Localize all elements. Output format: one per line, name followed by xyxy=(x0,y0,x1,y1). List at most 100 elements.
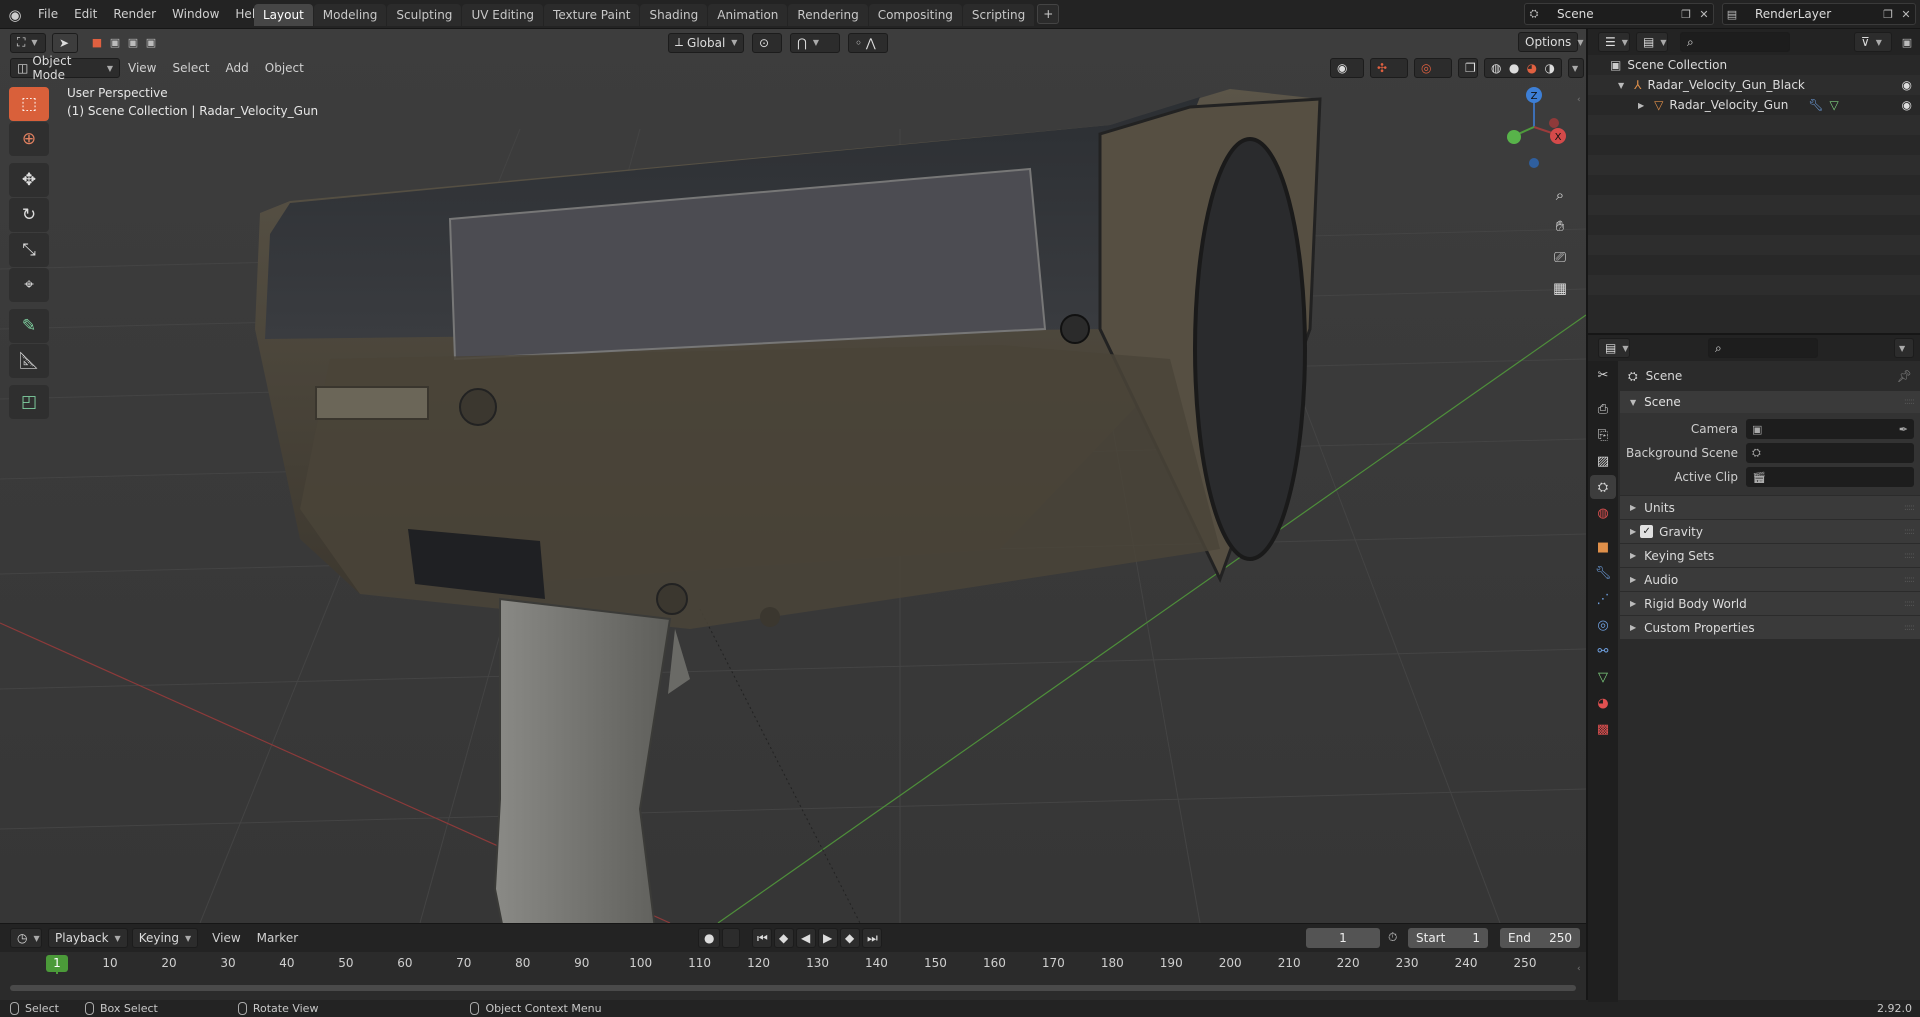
rotate-tool[interactable]: ↻ xyxy=(9,198,49,232)
overlay-dropdown[interactable]: ◎ xyxy=(1414,58,1452,78)
gravity-grip-icon[interactable]: ::::: xyxy=(1904,527,1915,537)
tab-world[interactable]: ◍ xyxy=(1590,501,1616,525)
tab-scripting[interactable]: Scripting xyxy=(962,4,1035,26)
tab-rendering[interactable]: Rendering xyxy=(788,4,868,26)
tab-modifiers[interactable]: 🔧︎ xyxy=(1590,561,1616,585)
new-collection-icon[interactable]: ▣ xyxy=(1898,33,1916,51)
select-extend-icon[interactable]: ▣ xyxy=(106,34,124,52)
jump-end-button[interactable]: ⏭ xyxy=(862,928,882,948)
end-frame-field[interactable]: End 250 xyxy=(1500,928,1580,948)
audio-panel[interactable]: ▶ Audio ::::: xyxy=(1620,567,1920,591)
keying-sets-panel[interactable]: ▶ Keying Sets ::::: xyxy=(1620,543,1920,567)
timeline-editor-type[interactable]: ◷ ▼ xyxy=(10,928,42,948)
rigid-body-world-panel[interactable]: ▶ Rigid Body World ::::: xyxy=(1620,591,1920,615)
timeline-track[interactable] xyxy=(0,974,1586,1001)
play-reverse-button[interactable]: ◀ xyxy=(796,928,816,948)
tab-tool[interactable]: ✂ xyxy=(1590,363,1616,387)
pivot-dropdown[interactable]: ⊙ xyxy=(752,32,782,53)
rigid-body-grip-icon[interactable]: ::::: xyxy=(1904,599,1915,609)
zoom-view-button[interactable]: ⌕ xyxy=(1546,181,1574,209)
play-button[interactable]: ▶ xyxy=(818,928,838,948)
outliner-filter-dropdown[interactable]: ⊽ ▼ xyxy=(1854,32,1892,52)
xray-toggle[interactable]: ❐ xyxy=(1458,58,1478,78)
eyedropper-icon[interactable]: ✒ xyxy=(1899,423,1908,436)
keying-dropdown[interactable]: Keying ▼ xyxy=(131,928,199,948)
playback-dropdown[interactable]: Playback ▼ xyxy=(48,928,128,948)
current-frame-field[interactable]: 1 xyxy=(1306,928,1380,948)
active-clip-field[interactable]: 🎬︎ xyxy=(1746,467,1914,487)
transform-tool[interactable]: ⌖ xyxy=(9,268,49,302)
tab-data[interactable]: ▽ xyxy=(1590,665,1616,689)
scene-panel-header[interactable]: ▼ Scene ::::: xyxy=(1620,391,1920,413)
object-eye-icon[interactable]: ◉ xyxy=(1902,98,1912,112)
outliner-search-input[interactable]: ⌕ xyxy=(1680,32,1790,52)
viewport-menu-add[interactable]: Add xyxy=(218,61,257,75)
jump-keyframe-back-button[interactable]: ◆ xyxy=(774,928,794,948)
wireframe-shading-icon[interactable]: ◍ xyxy=(1491,61,1501,75)
tab-texture-paint[interactable]: Texture Paint xyxy=(544,4,640,26)
outliner-row-object[interactable]: ▶ ▽ Radar_Velocity_Gun 🔧︎ ▽ ◉ xyxy=(1588,95,1920,115)
view-layer-selector[interactable]: ▤ RenderLayer ❐ ✕ xyxy=(1722,3,1916,25)
tab-constraints[interactable]: ⚯ xyxy=(1590,639,1616,663)
tab-modeling[interactable]: Modeling xyxy=(313,4,387,26)
tab-uv-editing[interactable]: UV Editing xyxy=(462,4,544,26)
units-panel[interactable]: ▶ Units ::::: xyxy=(1620,495,1920,519)
orientation-dropdown[interactable]: ⟂ Global ▼ xyxy=(668,32,744,53)
shading-options-dropdown[interactable]: ▼ xyxy=(1568,58,1584,78)
jump-keyframe-forward-button[interactable]: ◆ xyxy=(840,928,860,948)
gravity-checkbox[interactable]: ✓ xyxy=(1640,525,1654,538)
cursor-tool[interactable]: ⊕ xyxy=(9,122,49,156)
units-grip-icon[interactable]: ::::: xyxy=(1904,503,1915,513)
properties-search-input[interactable]: ⌕ xyxy=(1708,338,1818,358)
jump-start-button[interactable]: ⏮ xyxy=(752,928,772,948)
options-dropdown[interactable]: Options ▼ xyxy=(1518,32,1583,52)
copy-view-layer-icon[interactable]: ❐ xyxy=(1879,5,1897,23)
expand-collection-icon[interactable]: ▼ xyxy=(1618,81,1624,90)
record-button[interactable]: ● xyxy=(698,928,720,948)
gravity-panel[interactable]: ▶ ✓ Gravity ::::: xyxy=(1620,519,1920,543)
audio-grip-icon[interactable]: ::::: xyxy=(1904,575,1915,585)
outliner-row-scene-collection[interactable]: ▣ Scene Collection xyxy=(1588,55,1920,75)
drag-grip-icon[interactable]: ::::: xyxy=(1904,397,1915,407)
viewport-menu-object[interactable]: Object xyxy=(257,61,312,75)
camera-view-button[interactable]: ⎚ xyxy=(1546,243,1574,271)
custom-properties-panel[interactable]: ▶ Custom Properties ::::: xyxy=(1620,615,1920,639)
tab-scene[interactable]: ⛭ xyxy=(1590,475,1616,499)
tab-sculpting[interactable]: Sculpting xyxy=(387,4,462,26)
tab-object[interactable]: ■ xyxy=(1590,535,1616,559)
pin-icon[interactable]: 📌︎ xyxy=(1897,369,1912,383)
editor-type-dropdown[interactable]: ⛶ ▼ xyxy=(10,32,46,53)
display-mode-dropdown[interactable]: ▤ ▼ xyxy=(1636,32,1668,52)
properties-options-dropdown[interactable]: ▼ xyxy=(1894,338,1914,358)
select-intersect-icon[interactable]: ▣ xyxy=(142,34,160,52)
select-tool-button[interactable]: ➤ xyxy=(52,32,78,53)
timeline-sidebar-toggle-icon[interactable]: ‹ xyxy=(1577,964,1581,974)
timeline-ruler[interactable]: 1 10 20 30 40 50 60 70 80 90 100 110 120 130 140 150 160… xyxy=(0,952,1586,1002)
measure-tool[interactable]: 📐︎ xyxy=(9,344,49,378)
tab-physics[interactable]: ◎ xyxy=(1590,613,1616,637)
camera-field[interactable]: ▣ ✒ xyxy=(1746,419,1914,439)
tab-texture[interactable]: ▩ xyxy=(1590,717,1616,741)
select-new-icon[interactable]: ■ xyxy=(88,34,106,52)
copy-scene-icon[interactable]: ❐ xyxy=(1677,5,1695,23)
tab-layout[interactable]: Layout xyxy=(254,4,313,26)
move-tool[interactable]: ✥ xyxy=(9,163,49,197)
shading-mode-buttons[interactable]: ◍ ● ◕ ◑ xyxy=(1484,58,1562,78)
visibility-dropdown[interactable]: ◉ xyxy=(1330,58,1364,78)
tab-render[interactable]: ⎙ xyxy=(1590,397,1616,421)
mode-dropdown[interactable]: ◫ Object Mode ▼ xyxy=(10,54,120,82)
scene-selector[interactable]: ⛭ Scene ❐ ✕ xyxy=(1524,3,1714,25)
tab-shading[interactable]: Shading xyxy=(640,4,708,26)
outliner-row-collection[interactable]: ▼ ⅄ Radar_Velocity_Gun_Black ◉ xyxy=(1588,75,1920,95)
select-box-tool[interactable]: ⬚ xyxy=(9,87,49,121)
tab-compositing[interactable]: Compositing xyxy=(868,4,962,26)
navigation-gizmo[interactable]: Z X xyxy=(1496,85,1576,171)
tab-animation[interactable]: Animation xyxy=(708,4,788,26)
add-workspace-button[interactable]: + xyxy=(1037,4,1060,24)
expand-object-icon[interactable]: ▶ xyxy=(1638,101,1644,110)
3d-viewport[interactable]: ⛶ ▼ ➤ ■ ▣ ▣ ▣ ◫ Object Mode ▼ View Select … xyxy=(0,29,1586,923)
blender-logo-icon[interactable]: ◉ xyxy=(0,0,30,29)
timeline-scrollbar[interactable] xyxy=(10,985,1576,991)
eye-icon[interactable]: ◉ xyxy=(1902,78,1912,92)
properties-editor-type[interactable]: ▤ ▼ xyxy=(1598,338,1630,358)
